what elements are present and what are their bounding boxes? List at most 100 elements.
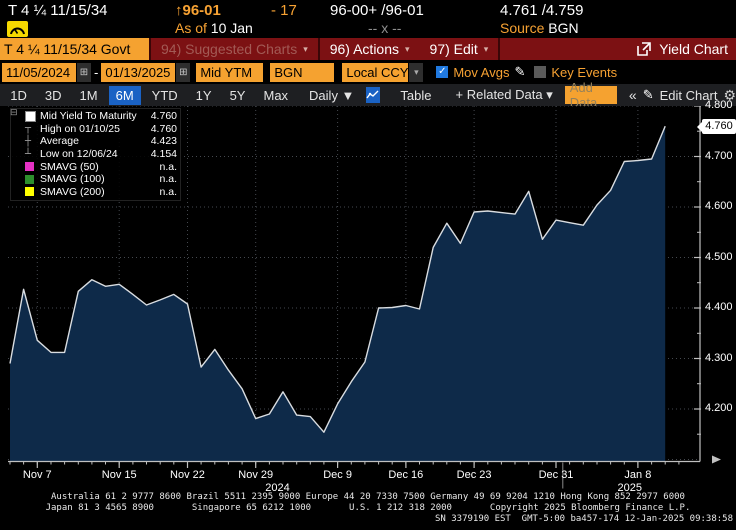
line-chart-icon [366, 90, 380, 100]
chevron-down-icon: ▾ [303, 44, 308, 55]
period-dropdown[interactable]: Daily ▼ [303, 88, 360, 103]
legend-row[interactable]: SMAVG (200)n.a. [25, 186, 177, 199]
y-axis-label: 4.400 [705, 301, 736, 313]
terminal-footer: Australia 61 2 9777 8600 Brazil 5511 239… [0, 492, 736, 530]
legend-row[interactable]: ┬High on 01/10/254.760 [25, 123, 177, 136]
bid-ask: 96-00+ /96-01 [330, 2, 424, 19]
security-ticker: T 4 ¼ 11/15/34 [8, 2, 108, 19]
mov-avgs-checkbox[interactable]: ✓ [436, 66, 448, 78]
market-size: -- x -- [368, 20, 401, 36]
legend-value: 4.760 [143, 123, 177, 135]
pencil-icon[interactable]: ✎ [514, 64, 525, 80]
legend-swatch [25, 111, 40, 122]
legend-label: SMAVG (100) [40, 173, 143, 185]
as-of: As of 10 Jan [175, 20, 253, 36]
field-selector[interactable]: Mid YTM [196, 63, 263, 82]
footer-phones-1: Australia 61 2 9777 8600 Brazil 5511 239… [0, 492, 736, 503]
suggested-charts-menu[interactable]: 94) Suggested Charts▾ [151, 38, 318, 60]
mov-avgs-label: Mov Avgs [453, 65, 509, 80]
chart-controls-bar: 11/05/2024 ⊞ - 01/13/2025 ⊞ Mid YTM BGN … [0, 60, 736, 84]
legend-row[interactable]: SMAVG (50)n.a. [25, 160, 177, 173]
range-tab-3d[interactable]: 3D [38, 86, 69, 105]
key-events-label: Key Events [551, 65, 617, 80]
pencil-icon[interactable]: ✎ [643, 87, 654, 103]
chart-toolbar: 1D3D1M6MYTD1Y5YMax Daily ▼ Table + Relat… [0, 84, 736, 106]
security-tab[interactable]: T 4 ¼ 11/15/34 Govt [0, 38, 149, 60]
chart-legend[interactable]: ⊟ Mid Yield To Maturity4.760┬High on 01/… [10, 108, 181, 201]
page-title-area: Yield Chart [637, 38, 736, 60]
x-axis-label: Nov 22 [170, 469, 205, 481]
date-from-input[interactable]: 11/05/2024 [2, 63, 76, 82]
range-tab-max[interactable]: Max [256, 86, 295, 105]
legend-row[interactable]: Mid Yield To Maturity4.760 [25, 110, 177, 123]
key-events-checkbox[interactable] [534, 66, 546, 78]
y-axis-label: 4.500 [705, 251, 736, 263]
footer-phones-2: Japan 81 3 4565 8900 Singapore 65 6212 1… [0, 503, 736, 514]
x-axis-label: Dec 23 [457, 469, 492, 481]
legend-rows: Mid Yield To Maturity4.760┬High on 01/10… [25, 110, 177, 198]
legend-marker-icon: ┴ [25, 149, 40, 160]
legend-label: SMAVG (200) [40, 186, 143, 198]
legend-value: n.a. [143, 161, 177, 173]
x-axis-label: Dec 31 [539, 469, 574, 481]
x-axis-label: Dec 9 [323, 469, 352, 481]
calendar-icon[interactable]: ⊞ [175, 63, 190, 82]
legend-label: Mid Yield To Maturity [40, 110, 143, 122]
legend-row[interactable]: SMAVG (100)n.a. [25, 173, 177, 186]
pricing-source-input[interactable]: BGN [270, 63, 334, 82]
y-axis-label: 4.700 [705, 150, 736, 162]
legend-collapse-icon[interactable]: ⊟ [10, 107, 18, 118]
yield-chart-plot[interactable]: 4.2004.3004.4004.5004.6004.7004.800Nov 7… [0, 106, 736, 492]
range-tab-1y[interactable]: 1Y [189, 86, 219, 105]
y-axis-label: 4.800 [705, 99, 736, 111]
price-up-arrow-icon: ↑ [175, 2, 183, 19]
legend-row[interactable]: ┼Average4.423 [25, 135, 177, 148]
legend-marker-icon: ┼ [25, 136, 40, 147]
export-icon[interactable] [637, 42, 651, 56]
add-data-input[interactable]: Add Data [565, 86, 617, 104]
legend-swatch [25, 175, 40, 184]
yield-pair: 4.761 /4.759 [500, 2, 583, 19]
alert-gauge-icon[interactable] [7, 21, 28, 37]
range-tab-5y[interactable]: 5Y [223, 86, 253, 105]
range-tabs: 1D3D1M6MYTD1Y5YMax [1, 86, 297, 105]
range-tab-ytd[interactable]: YTD [145, 86, 185, 105]
y-axis-label: 4.600 [705, 200, 736, 212]
legend-swatch [25, 187, 40, 196]
x-axis-label: Nov 7 [23, 469, 52, 481]
legend-row[interactable]: ┴Low on 12/06/244.154 [25, 148, 177, 161]
range-tab-1d[interactable]: 1D [3, 86, 34, 105]
legend-label: High on 01/10/25 [40, 123, 143, 135]
collapse-panel-button[interactable]: « [623, 87, 643, 103]
price-source: Source BGN [500, 20, 579, 36]
range-tab-6m[interactable]: 6M [109, 86, 141, 105]
footer-session-info: SN 3379190 EST GMT-5:00 ba457-174 12-Jan… [0, 514, 736, 525]
last-price: ↑96-01 [175, 2, 221, 19]
y-axis-label: 4.200 [705, 402, 736, 414]
x-axis-label: Jan 8 [624, 469, 651, 481]
actions-menu[interactable]: 96) Actions▾ [320, 38, 420, 60]
x-axis-label: Nov 29 [238, 469, 273, 481]
chart-type-button[interactable] [366, 87, 380, 103]
calendar-icon[interactable]: ⊞ [76, 63, 91, 82]
chevron-down-icon: ▾ [405, 44, 410, 55]
legend-value: 4.760 [143, 110, 177, 122]
edit-menu[interactable]: 97) Edit▾ [420, 38, 499, 60]
last-value-tag: 4.760 [702, 119, 736, 134]
legend-label: SMAVG (50) [40, 161, 143, 173]
chevron-down-icon[interactable]: ▾ [409, 63, 423, 82]
quote-header: T 4 ¼ 11/15/34 ↑96-01 - 17 96-00+ /96-01… [0, 0, 736, 38]
table-button[interactable]: Table [394, 88, 437, 103]
range-tab-1m[interactable]: 1M [73, 86, 105, 105]
related-data-dropdown[interactable]: + Related Data ▾ [450, 87, 559, 103]
legend-label: Average [40, 135, 143, 147]
legend-value: 4.154 [143, 148, 177, 160]
y-axis-label: 4.300 [705, 352, 736, 364]
currency-selector[interactable]: Local CCY [342, 63, 408, 82]
date-range-separator: - [91, 65, 101, 80]
date-to-input[interactable]: 01/13/2025 [101, 63, 175, 82]
legend-label: Low on 12/06/24 [40, 148, 143, 160]
legend-value: 4.423 [143, 135, 177, 147]
gauge-glyph [9, 23, 26, 36]
legend-marker-icon: ┬ [25, 123, 40, 134]
